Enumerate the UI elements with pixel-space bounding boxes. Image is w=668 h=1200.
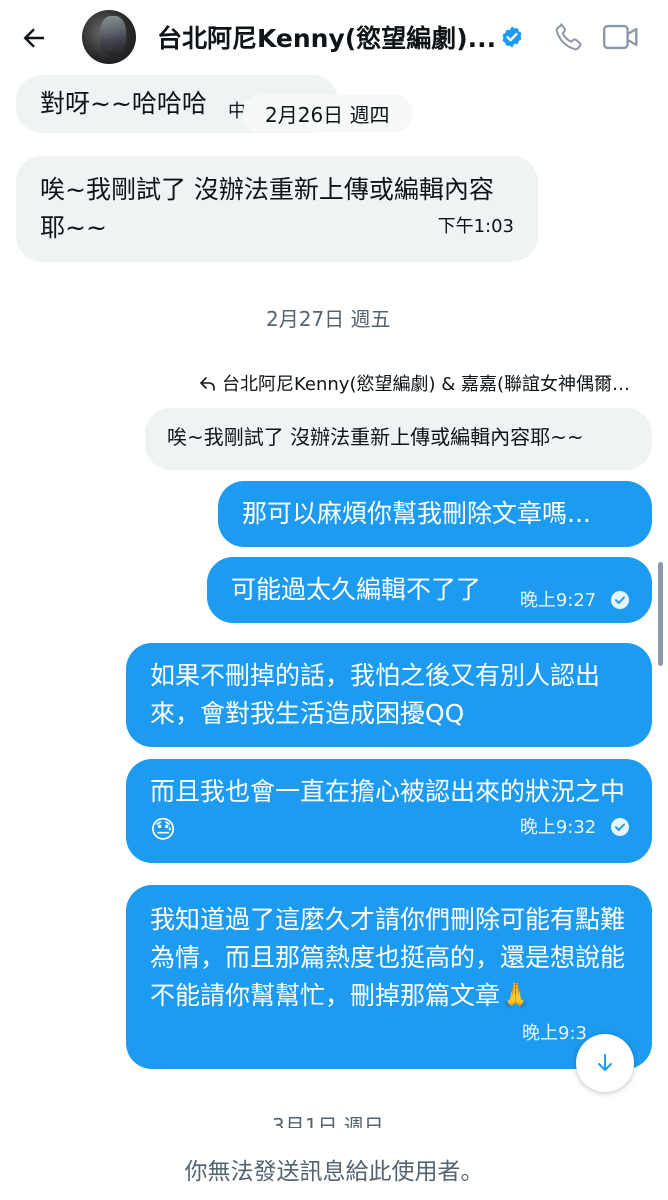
reply-icon xyxy=(200,377,216,391)
cannot-message-notice: 你無法發送訊息給此使用者。 xyxy=(184,1159,484,1185)
floating-date-chip: 2月26日 週四 xyxy=(243,95,412,132)
arrow-down-icon xyxy=(598,1054,612,1071)
outgoing-message[interactable]: 而且我也會一直在擔心被認出來的狀況之中😓 晚上9:32 xyxy=(126,759,652,863)
arrow-left-icon xyxy=(23,28,44,48)
scroll-to-bottom-button[interactable] xyxy=(576,1034,634,1092)
quoted-message[interactable]: 唉~我剛試了 沒辦法重新上傳或編輯內容耶~~ xyxy=(145,408,652,470)
reply-context: 台北阿尼Kenny(慾望編劇) & 嘉嘉(聯誼女神偶爾… xyxy=(200,370,630,396)
message-text: 可能過太久編輯不了了 xyxy=(231,575,482,604)
message-timestamp-group: 晚上9:32 xyxy=(520,809,630,847)
avatar[interactable] xyxy=(82,10,136,64)
sent-check-icon xyxy=(611,817,629,836)
message-timestamp-group: 晚上9:27 xyxy=(520,582,630,620)
reply-context-label: 台北阿尼Kenny(慾望編劇) & 嘉嘉(聯誼女神偶爾… xyxy=(222,374,630,395)
outgoing-message[interactable]: 我知道過了這麼久才請你們刪除可能有點難為情，而且那篇熱度也挺高的，還是想說能不能… xyxy=(126,885,652,1069)
conversation-header: 台北阿尼Kenny(慾望編劇)... xyxy=(0,0,668,74)
message-text: 我知道過了這麼久才請你們刪除可能有點難為情，而且那篇熱度也挺高的，還是想說能不能… xyxy=(150,905,626,1010)
outgoing-message[interactable]: 如果不刪掉的話，我怕之後又有別人認出來，會對我生活造成困擾QQ xyxy=(126,643,652,747)
scrollbar[interactable] xyxy=(658,562,663,666)
conversation-title[interactable]: 台北阿尼Kenny(慾望編劇)... xyxy=(157,19,496,55)
message-text: 如果不刪掉的話，我怕之後又有別人認出來，會對我生活造成困擾QQ xyxy=(150,661,601,728)
incoming-message[interactable]: 唉~我剛試了 沒辦法重新上傳或編輯內容耶~~ 下午1:03 xyxy=(16,156,538,262)
outgoing-message[interactable]: 可能過太久編輯不了了 晚上9:27 xyxy=(207,557,652,623)
message-timestamp: 晚上9:3 xyxy=(522,1023,587,1044)
message-timestamp: 晚上9:27 xyxy=(519,590,597,611)
date-separator: 2月27日 週五 xyxy=(266,307,391,331)
sent-check-icon xyxy=(611,590,629,609)
message-text: 唉~我剛試了 沒辦法重新上傳或編輯內容耶~~ xyxy=(40,175,494,242)
phone-icon[interactable] xyxy=(552,20,586,54)
video-icon[interactable] xyxy=(602,20,640,54)
outgoing-message[interactable]: 那可以麻煩你幫我刪除文章嗎... xyxy=(218,481,652,547)
message-timestamp: 晚上9:32 xyxy=(519,817,597,838)
message-text: 對呀~~哈哈哈 xyxy=(40,89,207,118)
message-text: 那可以麻煩你幫我刪除文章嗎... xyxy=(242,499,591,528)
back-button[interactable] xyxy=(16,20,52,56)
message-timestamp: 下午1:03 xyxy=(437,216,514,237)
verified-badge-icon xyxy=(502,26,522,48)
composer-disabled-bar: 你無法發送訊息給此使用者。 xyxy=(0,1128,668,1200)
